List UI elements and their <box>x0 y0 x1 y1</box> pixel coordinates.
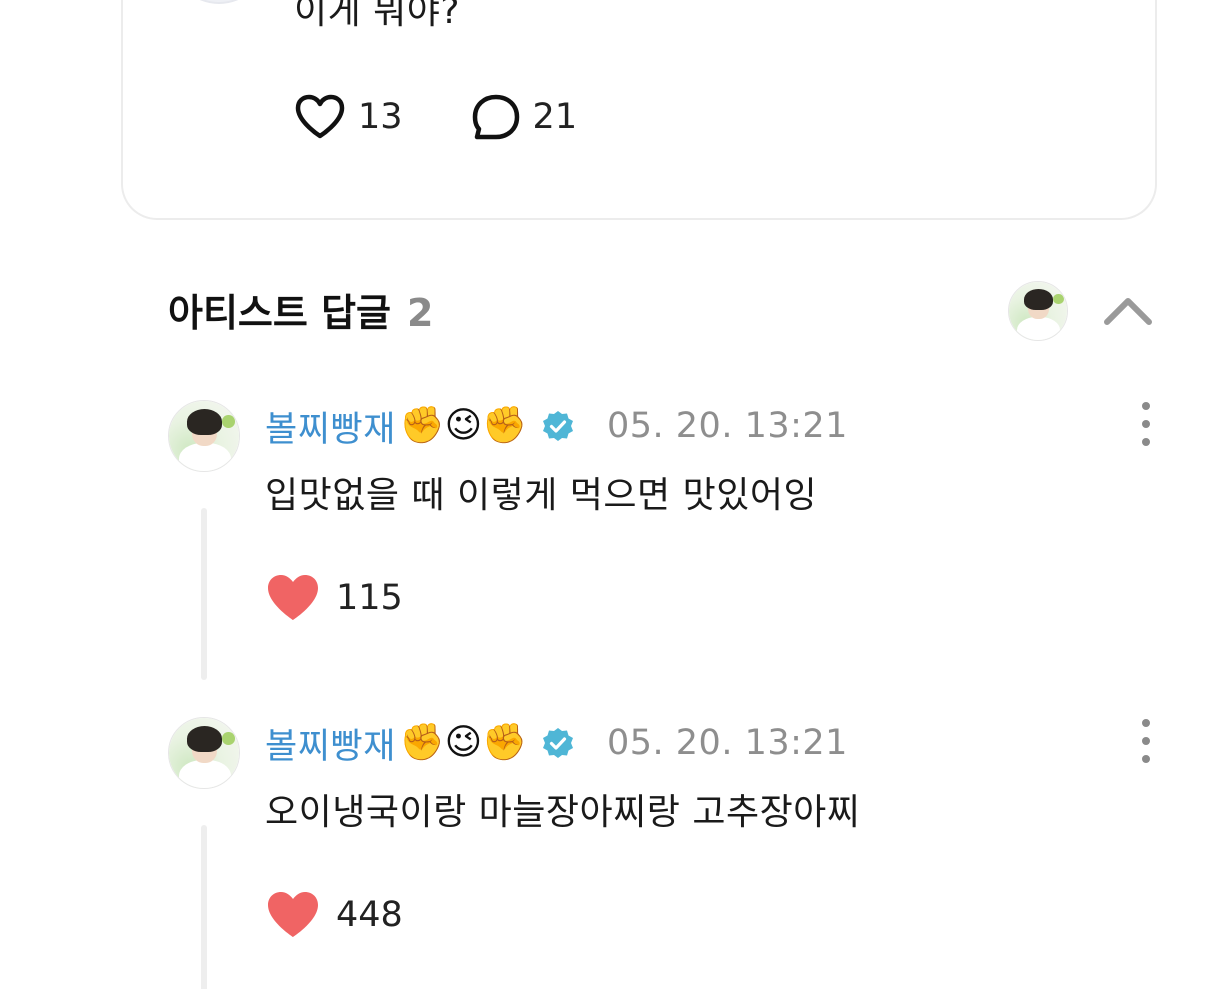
chevron-up-icon <box>1104 298 1152 325</box>
reply-timestamp: 05. 20. 13:21 <box>607 723 848 763</box>
more-options-button[interactable] <box>1134 402 1158 446</box>
thread-line <box>201 825 207 989</box>
artist-replies-title: 아티스트 답글 <box>168 291 391 335</box>
reply-meta: 볼찌빵재 ✊😉✊ 05. 20. 13:21 <box>265 398 848 454</box>
like-count: 13 <box>358 97 403 137</box>
comment-button[interactable]: 21 <box>471 93 578 141</box>
reply-author-name[interactable]: 볼찌빵재 <box>265 401 396 452</box>
reply-author-emoji: ✊😉✊ <box>399 405 527 446</box>
comment-count: 21 <box>532 97 578 137</box>
reply-author-avatar[interactable] <box>168 400 240 472</box>
verified-badge-icon <box>543 411 573 441</box>
comment-bubble-icon <box>472 94 519 140</box>
reply-text: 입맛없을 때 이렇게 먹으면 맛있어잉 <box>265 475 818 516</box>
reply-like-count: 115 <box>336 578 403 618</box>
post-card: 이게 뭐야? 13 21 <box>121 0 1157 220</box>
artist-replies-count: 2 <box>407 291 434 335</box>
heart-outline-icon <box>295 94 345 139</box>
dot <box>1142 402 1150 410</box>
verified-badge-icon <box>543 728 573 758</box>
reply-like-count: 448 <box>336 895 403 935</box>
post-actions: 13 21 <box>294 93 577 141</box>
reply-like-button[interactable]: 115 <box>266 574 403 622</box>
reply-author-emoji: ✊😉✊ <box>399 722 527 763</box>
heart-filled-icon <box>268 892 318 937</box>
reply-author-name[interactable]: 볼찌빵재 <box>265 718 396 769</box>
artist-replies-header: 아티스트 답글 2 <box>168 282 433 337</box>
reply-author-avatar[interactable] <box>168 717 240 789</box>
dot <box>1142 438 1150 446</box>
post-text: 이게 뭐야? <box>294 0 461 32</box>
dot <box>1142 719 1150 727</box>
heart-filled-icon <box>268 575 318 620</box>
collapse-button[interactable] <box>1100 288 1156 332</box>
more-options-button[interactable] <box>1134 719 1158 763</box>
artist-avatar[interactable] <box>1008 281 1068 341</box>
post-author-avatar[interactable] <box>171 0 267 4</box>
reply-text: 오이냉국이랑 마늘장아찌랑 고추장아찌 <box>265 792 861 833</box>
reply-like-button[interactable]: 448 <box>266 891 403 939</box>
reply-meta: 볼찌빵재 ✊😉✊ 05. 20. 13:21 <box>265 715 848 771</box>
reply-timestamp: 05. 20. 13:21 <box>607 406 848 446</box>
dot <box>1142 737 1150 745</box>
like-button[interactable]: 13 <box>294 94 403 140</box>
comment-thread-page: 이게 뭐야? 13 21 아티스트 답글 2 볼찌빵재 ✊😉✊ 05. 20. … <box>0 0 1206 989</box>
thread-line <box>201 508 207 680</box>
dot <box>1142 420 1150 428</box>
dot <box>1142 755 1150 763</box>
